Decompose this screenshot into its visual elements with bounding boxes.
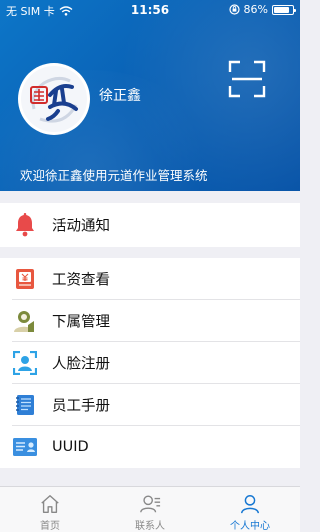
contacts-icon (140, 495, 161, 513)
salary-icon (12, 266, 38, 292)
id-card-icon (12, 434, 38, 460)
tab-profile[interactable]: 个人中心 (200, 487, 300, 532)
notification-group: 活动通知 (0, 203, 300, 247)
menu-item-label: 人脸注册 (52, 356, 110, 373)
menu-item-label: 下属管理 (52, 314, 110, 331)
menu-item-label: UUID (52, 439, 89, 455)
menu-item-face-registration[interactable]: 人脸注册 (0, 342, 300, 384)
person-icon (12, 308, 38, 334)
status-right: 86% (228, 3, 296, 16)
scan-button[interactable] (228, 60, 266, 98)
bell-icon (12, 212, 38, 238)
tab-contacts[interactable]: 联系人 (100, 487, 200, 532)
username: 徐正鑫 (99, 88, 141, 104)
scan-icon (228, 60, 266, 98)
face-scan-icon (12, 350, 38, 376)
menu-item-label: 活动通知 (52, 218, 110, 235)
battery-text: 86% (243, 3, 268, 16)
home-icon (41, 495, 59, 513)
menu-item-label: 工资查看 (52, 272, 110, 289)
tab-label: 个人中心 (230, 521, 270, 532)
tab-home[interactable]: 首页 (0, 487, 100, 532)
profile-header: 无 SIM 卡 11:56 86% 徐正鑫 欢迎徐正鑫使用元道作业管理系统 (0, 0, 300, 191)
menu-item-activity-notice[interactable]: 活动通知 (0, 203, 300, 247)
tab-label: 首页 (40, 521, 60, 532)
profile-icon (241, 495, 259, 514)
tools-group: 工资查看 下属管理 人脸注册 员工手册 UUID (0, 258, 300, 468)
tab-label: 联系人 (135, 521, 165, 532)
avatar[interactable] (18, 63, 90, 135)
welcome-text: 欢迎徐正鑫使用元道作业管理系统 (20, 168, 208, 183)
tab-bar: 首页 联系人 个人中心 (0, 486, 300, 532)
battery-fill (274, 6, 290, 13)
status-bar: 无 SIM 卡 11:56 86% (0, 0, 300, 20)
menu-item-employee-handbook[interactable]: 员工手册 (0, 384, 300, 426)
battery-icon (272, 4, 296, 15)
menu-item-label: 员工手册 (52, 398, 110, 415)
menu-item-subordinate-management[interactable]: 下属管理 (0, 300, 300, 342)
menu-item-uuid[interactable]: UUID (0, 426, 300, 468)
rotation-lock-icon (228, 4, 240, 15)
handbook-icon (12, 392, 38, 418)
yuandao-logo-icon (21, 66, 87, 132)
menu-item-salary[interactable]: 工资查看 (0, 258, 300, 300)
